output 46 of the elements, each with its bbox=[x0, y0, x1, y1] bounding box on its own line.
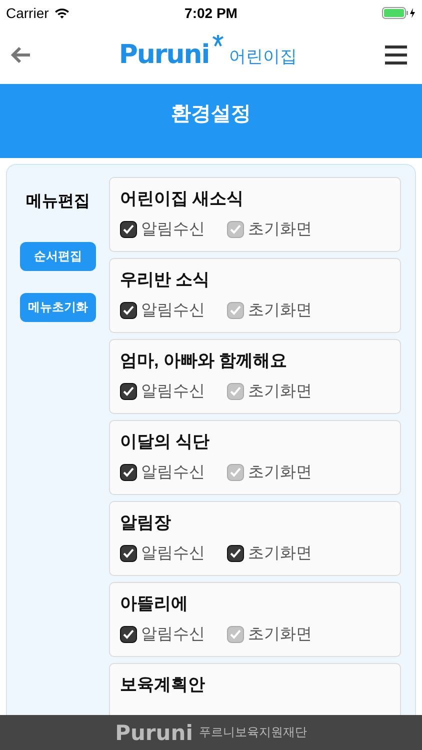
checkbox-label: 초기화면 bbox=[248, 625, 312, 645]
checkbox[interactable] bbox=[120, 383, 137, 400]
checkbox[interactable] bbox=[227, 383, 244, 400]
checkbox[interactable] bbox=[120, 464, 137, 481]
sidebar-button[interactable]: 메뉴초기화 bbox=[20, 293, 96, 322]
logo-subtitle: 어린이집 bbox=[229, 46, 298, 68]
checkbox-label: 알림수신 bbox=[141, 220, 205, 240]
footer-text: 푸르니보육지원재단 bbox=[198, 724, 307, 741]
menu-title: 아뜰리에 bbox=[120, 593, 189, 615]
checkbox-label: 알림수신 bbox=[141, 544, 205, 564]
back-arrow-icon[interactable] bbox=[10, 46, 32, 64]
checkbox[interactable] bbox=[120, 302, 137, 319]
checkbox-label: 초기화면 bbox=[248, 382, 312, 402]
sidebar-button[interactable]: 순서편집 bbox=[20, 242, 96, 271]
checkbox[interactable] bbox=[120, 221, 137, 238]
checkbox[interactable] bbox=[227, 626, 244, 643]
checkbox-label: 알림수신 bbox=[141, 301, 205, 321]
checkbox-label: 알림수신 bbox=[141, 382, 205, 402]
menu-icon[interactable] bbox=[384, 45, 408, 65]
menu-title: 우리반 소식 bbox=[120, 269, 211, 291]
menu-title: 엄마, 아빠와 함께해요 bbox=[120, 350, 288, 372]
sparkle-icon bbox=[211, 34, 226, 48]
menu-title: 어린이집 새소식 bbox=[120, 188, 245, 210]
checkbox[interactable] bbox=[227, 464, 244, 481]
checkbox[interactable] bbox=[227, 221, 244, 238]
checkbox-label: 알림수신 bbox=[141, 625, 205, 645]
checkbox-label: 초기화면 bbox=[248, 463, 312, 483]
checkbox[interactable] bbox=[227, 545, 244, 562]
checkbox-label: 초기화면 bbox=[248, 544, 312, 564]
menu-title: 이달의 식단 bbox=[120, 431, 211, 453]
checkbox-label: 알림수신 bbox=[141, 463, 205, 483]
menu-title: 보육계획안 bbox=[120, 674, 206, 696]
checkbox[interactable] bbox=[227, 302, 244, 319]
sidebar-title: 메뉴편집 bbox=[26, 192, 90, 212]
status-time: 7:02 PM bbox=[184, 5, 238, 21]
page-title: 환경설정 bbox=[171, 102, 251, 127]
carrier-label: Carrier bbox=[6, 5, 49, 21]
checkbox[interactable] bbox=[120, 545, 137, 562]
checkbox[interactable] bbox=[120, 626, 137, 643]
battery-icon bbox=[382, 7, 416, 19]
menu-title: 알림장 bbox=[120, 512, 172, 534]
wifi-icon bbox=[54, 7, 70, 19]
checkbox-label: 초기화면 bbox=[248, 301, 312, 321]
logo: Puruni bbox=[118, 42, 210, 68]
footer-logo: Puruni bbox=[115, 720, 193, 744]
checkbox-label: 초기화면 bbox=[248, 220, 312, 240]
